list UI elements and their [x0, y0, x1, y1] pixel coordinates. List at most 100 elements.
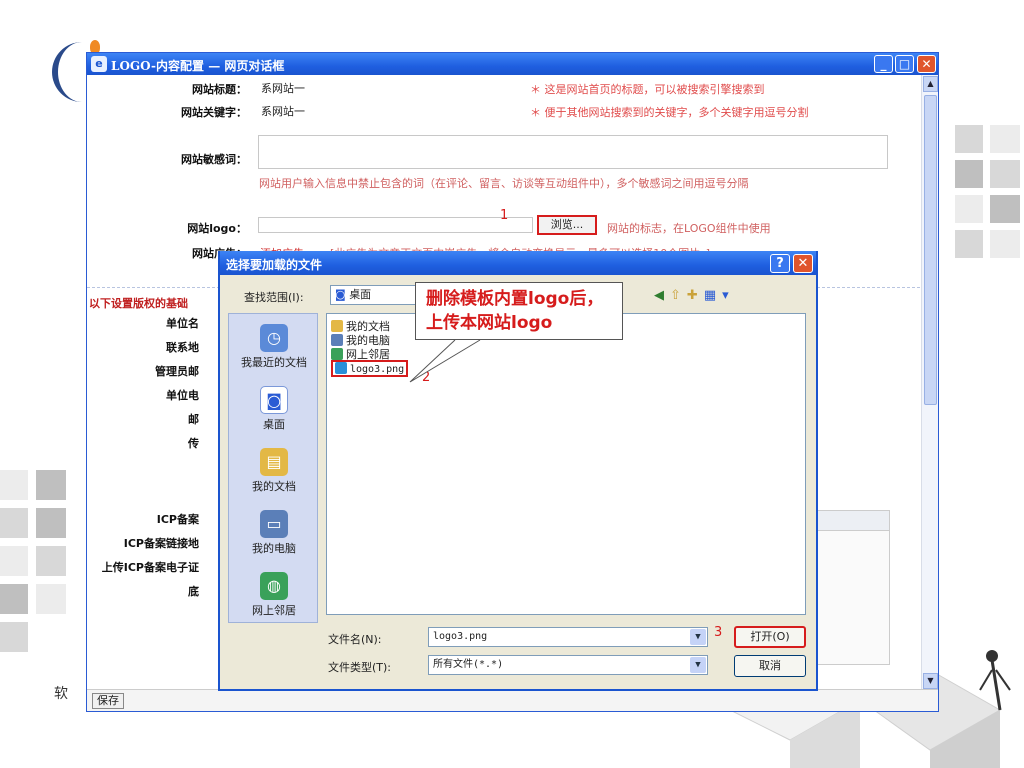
place-my-computer[interactable]: ▭ 我的电脑 — [229, 510, 319, 556]
place-desktop[interactable]: ◙ 桌面 — [229, 386, 319, 432]
sensitive-words-label: 网站敏感词： — [181, 153, 247, 166]
truncated-label: 邮 — [188, 413, 199, 426]
up-folder-icon[interactable]: ⇧ — [670, 288, 687, 303]
dialog-toolbar[interactable]: ◀⇧✚▦▾ — [654, 288, 735, 303]
deco-square — [36, 470, 66, 500]
close-button[interactable]: ✕ — [917, 55, 936, 73]
place-network[interactable]: ◍ 网上邻居 — [229, 572, 319, 618]
look-in-value: 桌面 — [349, 288, 372, 301]
my-documents-icon: ▤ — [260, 448, 288, 476]
site-logo-hint: 网站的标志，在LOGO组件中使用 — [607, 222, 771, 235]
minimize-button[interactable]: _ — [874, 55, 893, 73]
deco-square — [955, 160, 983, 188]
cancel-button[interactable]: 取消 — [734, 655, 806, 677]
deco-square — [0, 508, 28, 538]
sensitive-words-textarea[interactable] — [258, 135, 888, 169]
image-file-icon — [335, 362, 347, 374]
deco-square — [0, 470, 28, 500]
truncated-label: ICP备案链接地 — [123, 537, 199, 550]
scroll-down-icon[interactable]: ▼ — [923, 673, 938, 689]
site-keywords-label: 网站关键字： — [181, 106, 247, 119]
network-places-icon: ◍ — [260, 572, 288, 600]
help-button[interactable]: ? — [770, 254, 790, 273]
deco-square — [955, 125, 983, 153]
slide-footer-text: 软 — [54, 686, 68, 702]
site-title-label: 网站标题： — [192, 83, 247, 96]
dialog-close-button[interactable]: ✕ — [793, 254, 813, 273]
place-recent[interactable]: ◷ 我最近的文档 — [229, 324, 319, 370]
view-menu-icon[interactable]: ▦▾ — [704, 288, 735, 303]
callout-text-line-2: 上传本网站logo — [426, 313, 553, 333]
deco-square — [36, 508, 66, 538]
computer-icon — [331, 334, 343, 346]
step-3-marker: 3 — [714, 625, 723, 640]
site-logo-file-input[interactable] — [258, 217, 533, 233]
file-list[interactable]: 我的文档 我的电脑 网上邻居 logo3.png — [326, 313, 806, 615]
list-item-selected[interactable]: logo3.png — [331, 360, 409, 377]
truncated-label: 传 — [188, 437, 199, 450]
maximize-button[interactable]: □ — [895, 55, 914, 73]
look-in-label: 查找范围(I): — [244, 291, 304, 304]
file-type-select[interactable]: 所有文件(*.*) ▼ — [428, 655, 708, 675]
deco-square — [0, 584, 28, 614]
scroll-up-icon[interactable]: ▲ — [923, 76, 938, 92]
instruction-callout: 删除模板内置logo后， 上传本网站logo — [415, 282, 623, 340]
help-icon: ? — [776, 256, 784, 271]
minimize-icon: _ — [880, 57, 887, 71]
copyright-section-title: 以下设置版权的基础 — [89, 297, 188, 310]
file-name-input[interactable]: logo3.png ▼ — [428, 627, 708, 647]
deco-square — [36, 546, 66, 576]
recent-docs-icon: ◷ — [260, 324, 288, 352]
dialog-title: 选择要加载的文件 — [226, 258, 323, 272]
close-icon: ✕ — [921, 57, 932, 71]
places-bar: ◷ 我最近的文档 ◙ 桌面 ▤ 我的文档 ▭ 我的电脑 ◍ 网上邻居 — [228, 313, 318, 623]
my-computer-icon: ▭ — [260, 510, 288, 538]
new-folder-icon[interactable]: ✚ — [687, 288, 704, 303]
sensitive-words-hint: 网站用户输入信息中禁止包含的词（在评论、留言、访谈等互动组件中），多个敏感词之间… — [259, 177, 749, 190]
site-keywords-hint: ＊ 便于其他网站搜索到的关键字，多个关键字用逗号分割 — [530, 106, 809, 119]
callout-text-line-1: 删除模板内置logo后， — [426, 289, 604, 309]
chevron-down-icon[interactable]: ▼ — [690, 657, 706, 673]
maximize-icon: □ — [898, 57, 911, 71]
deco-square — [0, 622, 28, 652]
ie-icon: e — [91, 56, 107, 72]
deco-square — [990, 195, 1020, 223]
truncated-label: 管理员邮 — [155, 365, 199, 378]
dialog-titlebar[interactable]: 选择要加载的文件 — [220, 251, 816, 275]
folder-icon — [331, 320, 343, 332]
site-title-hint: ＊ 这是网站首页的标题，可以被搜索引擎搜索到 — [530, 83, 765, 96]
look-in-select[interactable]: ◙ 桌面 — [330, 285, 420, 305]
close-icon: ✕ — [797, 256, 809, 271]
step-1-marker: 1 — [500, 208, 509, 223]
window-title: LOGO-内容配置 — 网页对话框 — [111, 59, 285, 73]
deco-square — [955, 195, 983, 223]
chevron-down-icon[interactable]: ▼ — [690, 629, 706, 645]
save-button[interactable]: 保存 — [92, 693, 124, 709]
desktop-icon: ◙ — [260, 386, 288, 414]
vertical-scrollbar[interactable]: ▲ ▼ — [921, 75, 938, 690]
scroll-thumb[interactable] — [924, 95, 937, 405]
truncated-label: 上传ICP备案电子证 — [101, 561, 199, 574]
truncated-label: 单位电 — [166, 389, 199, 402]
back-icon[interactable]: ◀ — [654, 288, 670, 303]
open-button[interactable]: 打开(O) — [734, 626, 806, 648]
site-keywords-input[interactable]: 系网站一 — [258, 102, 528, 118]
file-type-label: 文件类型(T): — [328, 661, 392, 674]
deco-square — [990, 125, 1020, 153]
window-statusbar: 保存 — [87, 689, 938, 711]
truncated-label: 单位名 — [166, 317, 199, 330]
desktop-icon: ◙ — [335, 288, 346, 301]
site-title-input[interactable]: 系网站一 — [258, 79, 528, 95]
file-name-label: 文件名(N): — [328, 633, 382, 646]
deco-square — [955, 230, 983, 258]
window-titlebar[interactable]: e LOGO-内容配置 — 网页对话框 _ □ ✕ — [87, 53, 938, 75]
site-logo-label: 网站logo： — [187, 222, 247, 235]
deco-square — [990, 230, 1020, 258]
browse-button[interactable]: 浏览... — [537, 215, 597, 235]
deco-square — [36, 584, 66, 614]
truncated-label: 底 — [188, 585, 199, 598]
place-my-documents[interactable]: ▤ 我的文档 — [229, 448, 319, 494]
deco-square — [990, 160, 1020, 188]
deco-square — [0, 546, 28, 576]
truncated-label: 联系地 — [166, 341, 199, 354]
